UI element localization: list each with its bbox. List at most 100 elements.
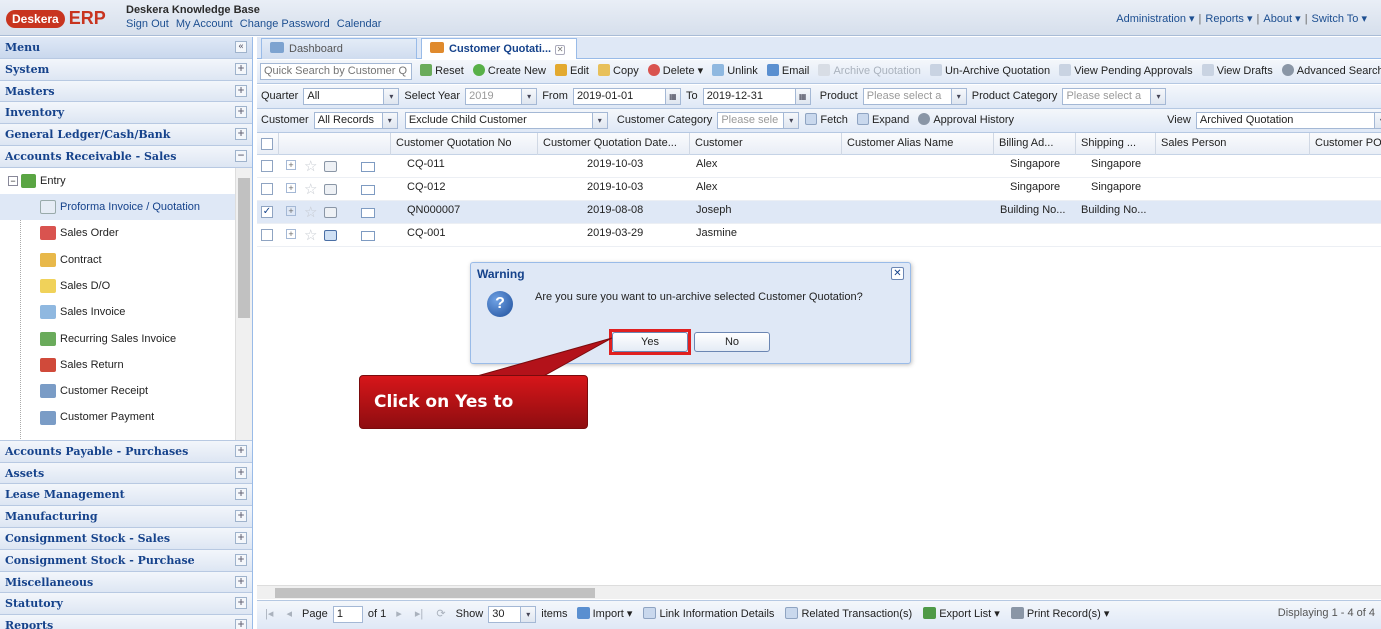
expand-icon[interactable]: + [235, 84, 247, 97]
print-icon[interactable] [324, 230, 337, 241]
print-icon[interactable] [324, 207, 337, 218]
tree-item-contract[interactable]: Contract [0, 247, 252, 273]
scroll-thumb[interactable] [275, 588, 595, 598]
section-lease-management[interactable]: Lease Management + [0, 484, 252, 507]
tree-item-sales-order[interactable]: Sales Order [0, 220, 252, 246]
chevron-down-icon[interactable]: ▾ [381, 112, 397, 128]
import-button[interactable]: Import ▾ [573, 601, 637, 627]
col-billing-address[interactable]: Billing Ad... [994, 133, 1076, 155]
change-password-link[interactable]: Change Password [240, 18, 330, 30]
product-category-select[interactable]: Please select a ▾ [1062, 87, 1167, 105]
page-size-select[interactable]: 30 ▾ [488, 605, 537, 623]
next-page-icon[interactable]: ▸ [391, 601, 407, 627]
view-pending-approvals-button[interactable]: View Pending Approvals [1056, 60, 1195, 82]
expand-row-icon[interactable]: + [286, 183, 296, 193]
approval-history-button[interactable]: Approval History [915, 109, 1017, 131]
tree-item-sales-invoice[interactable]: Sales Invoice [0, 299, 252, 325]
reset-button[interactable]: Reset [417, 60, 467, 82]
chevron-down-icon[interactable]: ▾ [783, 112, 799, 128]
section-statutory[interactable]: Statutory + [0, 593, 252, 616]
col-sales-person[interactable]: Sales Person [1156, 133, 1310, 155]
cell-quotation-no[interactable]: CQ-001 [407, 224, 537, 247]
calendar-icon[interactable]: ▦ [794, 88, 810, 104]
select-all-checkbox[interactable] [261, 138, 273, 150]
col-quotation-no[interactable]: Customer Quotation No [391, 133, 538, 155]
section-accounts-receivable[interactable]: Accounts Receivable - Sales − [0, 145, 252, 168]
grid-horizontal-scrollbar[interactable] [257, 585, 1381, 599]
section-manufacturing[interactable]: Manufacturing + [0, 506, 252, 528]
chevron-down-icon[interactable]: ▾ [950, 88, 966, 104]
expand-icon[interactable]: + [235, 619, 247, 629]
chevron-down-icon[interactable]: ▾ [591, 112, 607, 128]
expand-icon[interactable]: + [235, 444, 247, 457]
expand-icon[interactable]: + [235, 62, 247, 75]
star-icon[interactable]: ☆ [304, 157, 317, 175]
customer-select[interactable]: All Records ▾ [313, 111, 398, 129]
to-date-field[interactable]: 2019-12-31 ▦ [702, 87, 811, 105]
tree-item-sales-do[interactable]: Sales D/O [0, 273, 252, 299]
star-icon[interactable]: ☆ [304, 180, 317, 198]
print-icon[interactable] [324, 161, 337, 172]
section-system[interactable]: System + [0, 58, 252, 81]
table-row[interactable]: + ☆ CQ-001 2019-03-29 Jasmine [257, 224, 1381, 247]
page-number-input[interactable]: 1 [332, 605, 363, 623]
email-button[interactable]: Email [764, 60, 813, 82]
row-checkbox[interactable] [261, 229, 273, 241]
from-date-field[interactable]: 2019-01-01 ▦ [572, 87, 681, 105]
col-shipping-address[interactable]: Shipping ... [1076, 133, 1156, 155]
edit-button[interactable]: Edit [552, 60, 592, 82]
create-new-button[interactable]: Create New [470, 60, 549, 82]
prev-page-icon[interactable]: ◂ [281, 601, 297, 627]
about-menu[interactable]: About ▾ [1263, 13, 1300, 25]
tab-customer-quotation[interactable]: Customer Quotati... ✕ [421, 38, 577, 59]
delete-button[interactable]: Delete ▾ [645, 60, 706, 82]
link-information-button[interactable]: Link Information Details [639, 601, 778, 627]
close-icon[interactable]: ✕ [891, 267, 904, 280]
collapse-section-icon[interactable]: − [235, 149, 247, 162]
expand-icon[interactable]: + [235, 106, 247, 119]
unarchive-quotation-button[interactable]: Un-Archive Quotation [927, 60, 1053, 82]
section-inventory[interactable]: Inventory + [0, 102, 252, 125]
col-customer[interactable]: Customer [690, 133, 842, 155]
section-accounts-payable[interactable]: Accounts Payable - Purchases + [0, 440, 252, 463]
print-icon[interactable] [324, 184, 337, 195]
chevron-down-icon[interactable]: ▾ [383, 88, 399, 104]
chevron-down-icon[interactable]: ▾ [1150, 88, 1166, 104]
sign-out-link[interactable]: Sign Out [126, 18, 169, 30]
calendar-icon[interactable]: ▦ [664, 88, 680, 104]
sidebar-scrollbar[interactable] [235, 167, 252, 440]
administration-menu[interactable]: Administration ▾ [1116, 13, 1194, 25]
section-miscellaneous[interactable]: Miscellaneous + [0, 571, 252, 594]
export-list-button[interactable]: Export List ▾ [919, 601, 1004, 627]
cell-quotation-no[interactable]: CQ-011 [407, 155, 537, 178]
col-customer-po[interactable]: Customer PO [1310, 133, 1381, 155]
chevron-down-icon[interactable]: ▾ [521, 88, 537, 104]
email-row-icon[interactable] [361, 185, 375, 195]
table-row[interactable]: + ☆ CQ-011 2019-10-03 Alex Singapore Sin… [257, 155, 1381, 178]
col-customer-alias[interactable]: Customer Alias Name [842, 133, 994, 155]
section-masters[interactable]: Masters + [0, 80, 252, 103]
tree-item-sales-return[interactable]: Sales Return [0, 352, 252, 378]
last-page-icon[interactable]: ▸| [410, 601, 428, 627]
expand-row-icon[interactable]: + [286, 206, 296, 216]
section-consignment-purchase[interactable]: Consignment Stock - Purchase + [0, 549, 252, 572]
table-row[interactable]: + ☆ CQ-012 2019-10-03 Alex Singapore Sin… [257, 178, 1381, 201]
expand-icon[interactable]: + [235, 128, 247, 141]
expand-row-icon[interactable]: + [286, 160, 296, 170]
quarter-select[interactable]: All ▾ [303, 87, 400, 105]
expand-icon[interactable]: + [235, 575, 247, 588]
email-row-icon[interactable] [361, 162, 375, 172]
email-row-icon[interactable] [361, 231, 375, 241]
expand-icon[interactable]: + [235, 597, 247, 610]
star-icon[interactable]: ☆ [304, 203, 317, 221]
child-customer-select[interactable]: Exclude Child Customer ▾ [404, 111, 608, 129]
view-drafts-button[interactable]: View Drafts [1199, 60, 1276, 82]
chevron-down-icon[interactable]: ▾ [1373, 112, 1381, 128]
expand-icon[interactable]: + [235, 488, 247, 501]
section-consignment-sales[interactable]: Consignment Stock - Sales + [0, 527, 252, 550]
expand-icon[interactable]: + [235, 510, 247, 523]
customer-category-select[interactable]: Please sele ▾ [717, 111, 800, 129]
refresh-icon[interactable]: ⟳ [431, 601, 450, 627]
copy-button[interactable]: Copy [595, 60, 642, 82]
unlink-button[interactable]: Unlink [709, 60, 761, 82]
